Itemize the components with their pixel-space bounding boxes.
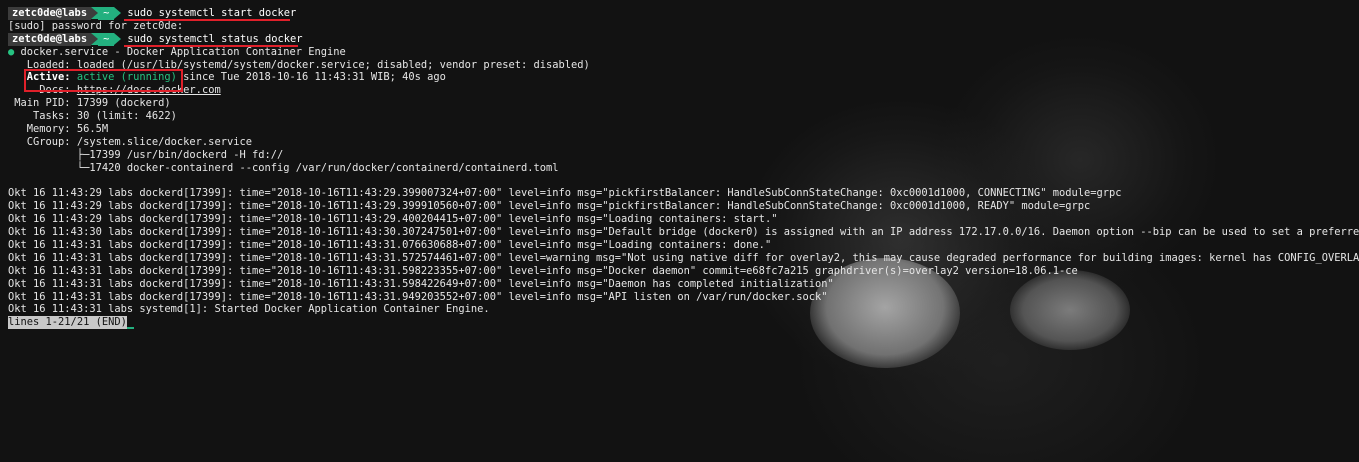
log-line: Okt 16 11:43:29 labs dockerd[17399]: tim… [8, 213, 778, 226]
prompt-user: zetc0de@labs [8, 32, 92, 46]
cgroup-child-line: ├─17399 /usr/bin/dockerd -H fd:// [8, 148, 284, 161]
log-line: Okt 16 11:43:29 labs dockerd[17399]: tim… [8, 200, 1091, 213]
service-title-line: ● docker.service - Docker Application Co… [8, 46, 1359, 59]
sudo-password-prompt: [sudo] password for zetc0de: [8, 19, 184, 32]
command-text: sudo systemctl status docker [127, 32, 303, 45]
prompt-line-2: zetc0de@labs ~ sudo systemctl status docke… [8, 32, 1359, 46]
log-line: Okt 16 11:43:31 labs dockerd[17399]: tim… [8, 277, 834, 290]
pager-status-line: lines 1-21/21 (END) [8, 316, 1359, 330]
text-cursor [126, 327, 134, 330]
memory-line: Memory: 56.5M [8, 123, 109, 136]
log-text: Okt 16 11:43:31 labs dockerd[17399]: tim… [8, 251, 1359, 264]
cgroup-line: CGroup: /system.slice/docker.service [8, 135, 252, 148]
prompt-separator-icon [114, 32, 122, 45]
active-line: Active: active (running) since Tue 2018-… [8, 71, 1359, 84]
highlight-underline [124, 45, 298, 47]
tasks-line: Tasks: 30 (limit: 4622) [8, 110, 177, 123]
prompt-separator-icon [114, 7, 122, 19]
main-pid-line: Main PID: 17399 (dockerd) [8, 97, 171, 110]
highlight-box [24, 69, 183, 92]
command-text: sudo systemctl start docker [127, 7, 297, 19]
log-line: Okt 16 11:43:30 labs dockerd[17399]: tim… [8, 226, 1359, 239]
log-line: Okt 16 11:43:31 labs dockerd[17399]: tim… [8, 252, 1359, 265]
terminal-window[interactable]: zetc0de@labs ~ sudo systemctl start docker… [0, 0, 1359, 462]
prompt-separator-icon [91, 7, 99, 19]
active-since: since Tue 2018-10-16 11:43:31 WIB; 40s a… [176, 71, 446, 84]
prompt-dir: ~ [98, 32, 115, 46]
log-line: Okt 16 11:43:31 labs dockerd[17399]: tim… [8, 290, 828, 303]
docs-line: Docs: https://docs.docker.com [8, 84, 1359, 97]
prompt-user: zetc0de@labs [8, 7, 92, 20]
prompt-line-1: zetc0de@labs ~ sudo systemctl start docker [8, 7, 1359, 20]
log-line: Okt 16 11:43:31 labs dockerd[17399]: tim… [8, 239, 772, 252]
pager-status: lines 1-21/21 (END) [8, 316, 127, 330]
terminal-output: zetc0de@labs ~ sudo systemctl start docker… [8, 7, 1359, 330]
cgroup-child-line: └─17420 docker-containerd --config /var/… [8, 161, 559, 174]
log-line: Okt 16 11:43:29 labs dockerd[17399]: tim… [8, 187, 1122, 200]
prompt-separator-icon [91, 32, 99, 45]
highlight-underline [124, 19, 290, 21]
prompt-dir: ~ [98, 7, 115, 20]
log-line: Okt 16 11:43:31 labs systemd[1]: Started… [8, 303, 490, 316]
loaded-line: Loaded: loaded (/usr/lib/systemd/system/… [8, 58, 590, 71]
log-text: Okt 16 11:43:30 labs dockerd[17399]: tim… [8, 226, 1359, 239]
service-title: docker.service - Docker Application Cont… [14, 45, 346, 58]
log-line: Okt 16 11:43:31 labs dockerd[17399]: tim… [8, 264, 1078, 277]
